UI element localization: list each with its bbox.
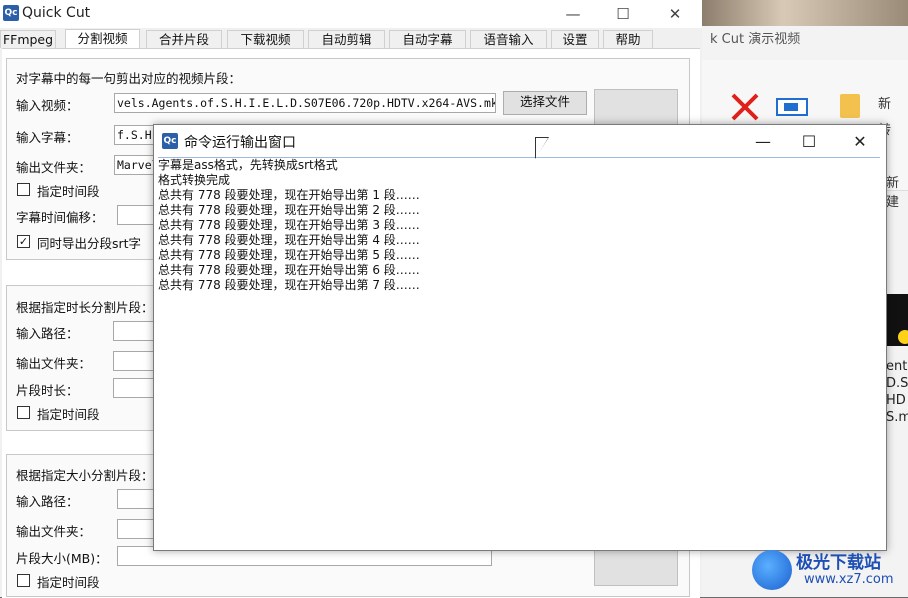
output-folder-label: 输出文件夹： (16, 160, 92, 175)
input-video-label: 输入视频： (16, 98, 79, 113)
tab-merge-clips[interactable]: 合并片段 (146, 30, 222, 48)
tab-auto-subtitle[interactable]: 自动字幕 (389, 30, 466, 48)
watermark: 极光下载站 www.xz7.com (752, 548, 908, 597)
window-title: Quick Cut (22, 5, 91, 21)
file-name-line: HD (886, 393, 906, 408)
run-button[interactable] (594, 546, 678, 586)
input-path-field[interactable] (113, 321, 157, 341)
output-folder-label: 输出文件夹： (16, 356, 92, 371)
command-output-window: Qc 命令运行输出窗口 — ☐ ✕ 字幕是ass格式，先转换成srt格式 格式转… (153, 124, 887, 551)
minimize-button[interactable]: — (550, 3, 596, 25)
play-badge-icon (898, 330, 908, 344)
output-folder-field[interactable] (113, 351, 157, 371)
input-subtitle-label: 输入字幕： (16, 130, 79, 145)
tab-bar: FFmpeg 分割视频 合并片段 下载视频 自动剪辑 自动字幕 语音输入 设置 … (0, 29, 702, 49)
time-range-label: 指定时间段 (37, 575, 100, 590)
maximize-button[interactable]: ☐ (600, 3, 646, 25)
input-path-label: 输入路径： (16, 494, 79, 509)
output-line: 总共有 778 段要处理，现在开始导出第 5 段…… (158, 248, 420, 262)
output-line: 总共有 778 段要处理，现在开始导出第 3 段…… (158, 218, 420, 232)
output-folder-field[interactable] (117, 519, 157, 539)
input-path-label: 输入路径： (16, 326, 79, 341)
new-folder-label[interactable]: 新建 (886, 172, 908, 210)
mouse-cursor-icon (536, 138, 548, 158)
tab-download-video[interactable]: 下载视频 (227, 30, 304, 48)
watermark-logo-icon (752, 550, 792, 590)
file-name-line: ent (886, 359, 908, 374)
time-range-label: 指定时间段 (37, 407, 100, 422)
subtitle-offset-label: 字幕时间偏移： (16, 210, 104, 225)
group-title: 对字幕中的每一句剪出对应的视频片段： (16, 71, 242, 86)
output-line: 字幕是ass格式，先转换成srt格式 (158, 158, 338, 172)
app-logo-icon: Qc (162, 133, 178, 149)
maximize-button[interactable]: ☐ (786, 131, 832, 153)
video-thumbnail[interactable] (886, 294, 908, 346)
subtitle-offset-field[interactable] (117, 205, 157, 225)
tab-help[interactable]: 帮助 (603, 30, 653, 48)
time-range-checkbox[interactable] (17, 574, 30, 587)
folder-icon[interactable] (840, 94, 860, 118)
export-srt-label: 同时导出分段srt字 (37, 236, 142, 251)
input-video-field[interactable]: vels.Agents.of.S.H.I.E.L.D.S07E06.720p.H… (114, 93, 496, 113)
output-line: 总共有 778 段要处理，现在开始导出第 1 段…… (158, 188, 420, 202)
tab-auto-edit[interactable]: 自动剪辑 (308, 30, 385, 48)
app-logo-icon: Qc (3, 5, 19, 21)
output-line: 总共有 778 段要处理，现在开始导出第 6 段…… (158, 263, 420, 277)
output-line: 总共有 778 段要处理，现在开始导出第 7 段…… (158, 278, 420, 292)
window-title: 命令运行输出窗口 (184, 135, 296, 151)
segment-size-label: 片段大小(MB)： (16, 551, 108, 566)
ribbon-label-new[interactable]: 新 (878, 92, 891, 118)
output-folder-label: 输出文件夹： (16, 524, 92, 539)
file-name-line: S.m (886, 410, 908, 425)
tab-settings[interactable]: 设置 (551, 30, 599, 48)
close-button[interactable]: ✕ (652, 3, 698, 25)
segment-duration-label: 片段时长： (16, 383, 79, 398)
segment-duration-field[interactable] (113, 378, 157, 398)
time-range-checkbox[interactable] (17, 183, 30, 196)
video-preview-strip (700, 0, 908, 26)
export-srt-checkbox[interactable]: ✓ (17, 235, 30, 248)
rename-icon[interactable] (776, 98, 808, 116)
output-line: 格式转换完成 (158, 173, 231, 187)
input-path-field[interactable] (117, 489, 157, 509)
delete-icon[interactable] (730, 92, 760, 122)
background-window-title: k Cut 演示视频 (710, 32, 801, 47)
file-name[interactable]: ent D.S HD S.m (886, 358, 908, 426)
tab-ffmpeg[interactable]: FFmpeg (0, 30, 56, 48)
time-range-checkbox[interactable] (17, 406, 30, 419)
group-title: 根据指定大小分割片段： (16, 468, 154, 483)
time-range-label: 指定时间段 (37, 184, 100, 199)
group-title: 根据指定时长分割片段： (16, 300, 154, 315)
tab-voice-input[interactable]: 语音输入 (470, 30, 547, 48)
minimize-button[interactable]: — (740, 131, 786, 153)
output-line: 总共有 778 段要处理，现在开始导出第 2 段…… (158, 203, 420, 217)
output-line: 总共有 778 段要处理，现在开始导出第 4 段…… (158, 233, 420, 247)
watermark-name: 极光下载站 (796, 553, 881, 573)
close-button[interactable]: ✕ (837, 131, 883, 153)
watermark-url: www.xz7.com (804, 572, 894, 587)
title-bar[interactable]: Qc Quick Cut — ☐ ✕ (0, 0, 702, 28)
tab-split-video[interactable]: 分割视频 (65, 29, 140, 49)
file-name-line: D.S (886, 376, 908, 391)
choose-file-button[interactable]: 选择文件 (503, 91, 587, 115)
output-text-area[interactable]: 字幕是ass格式，先转换成srt格式 格式转换完成 总共有 778 段要处理，现… (158, 157, 880, 546)
